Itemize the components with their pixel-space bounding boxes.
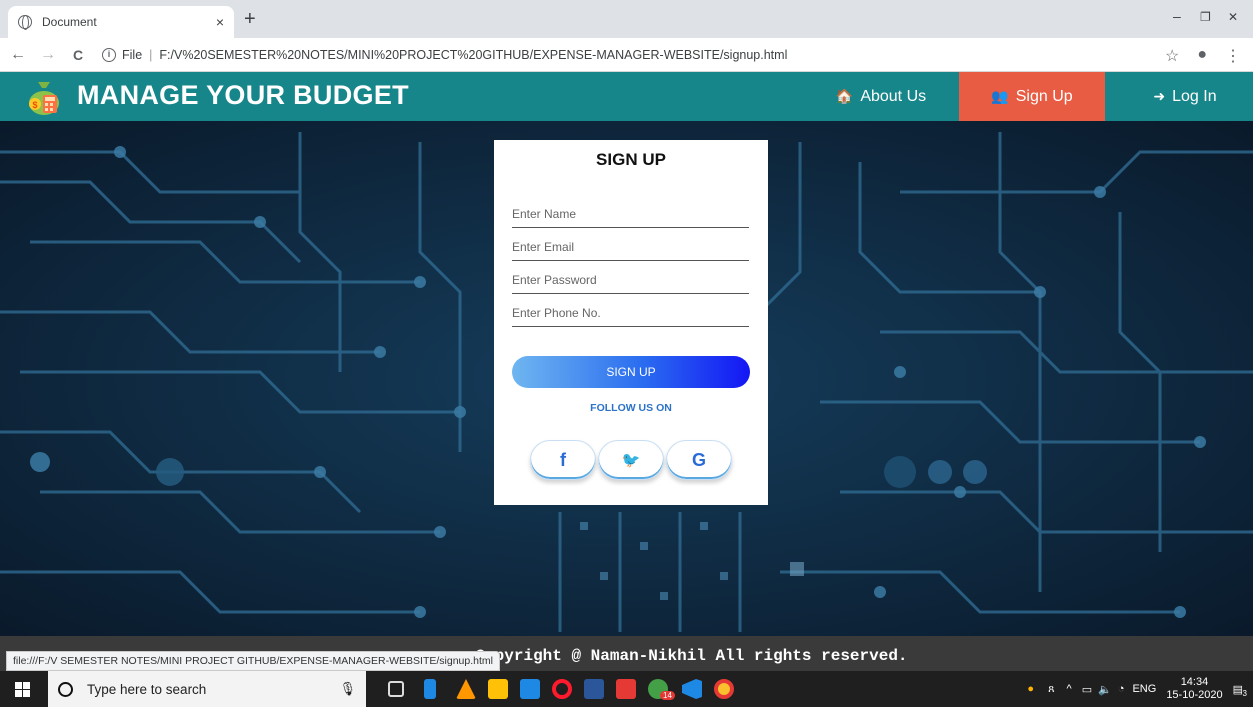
- url-separator: |: [149, 47, 153, 62]
- notifications-icon[interactable]: ▤ 3: [1233, 683, 1247, 698]
- new-tab-button[interactable]: +: [244, 9, 256, 29]
- taskbar-search-box[interactable]: Type here to search 🎙: [48, 671, 366, 707]
- nav-sign-up-label: Sign Up: [1015, 87, 1073, 105]
- profile-icon[interactable]: ●: [1197, 46, 1207, 66]
- browser-tabstrip: Document × + – ❐ ✕: [0, 0, 1253, 38]
- microphone-icon[interactable]: 🎙: [339, 681, 356, 697]
- clock-time: 14:34: [1180, 676, 1209, 688]
- phone-input[interactable]: [512, 301, 749, 325]
- acrobat-icon[interactable]: [616, 679, 636, 699]
- system-tray: ● ጸ ^ ▭ 🔈 ◔ ENG 14:34 15-10-2020 ▤ 3: [1027, 671, 1253, 707]
- file-explorer-icon[interactable]: [488, 679, 508, 699]
- notification-count: 3: [1242, 688, 1247, 698]
- word-icon[interactable]: [584, 679, 604, 699]
- home-icon: 🏠: [835, 88, 854, 104]
- language-indicator[interactable]: ENG: [1132, 683, 1156, 695]
- follow-us-label: FOLLOW US ON: [590, 402, 672, 414]
- site-brand-title[interactable]: MANAGE YOUR BUDGET: [77, 80, 409, 111]
- tab-close-button[interactable]: ×: [216, 14, 224, 30]
- vscode-icon[interactable]: [682, 679, 702, 699]
- svg-text:$: $: [32, 100, 37, 110]
- google-icon: G: [691, 449, 706, 470]
- info-icon[interactable]: i: [102, 47, 116, 62]
- nav-about-us-label: About Us: [860, 87, 927, 105]
- windows-taskbar: Type here to search 🎙 14 ● ጸ ^ ▭ 🔈 ◔ ENG…: [0, 671, 1253, 707]
- address-bar[interactable]: i File | F:/V%20SEMESTER%20NOTES/MINI%20…: [102, 47, 787, 62]
- whatsapp-badge: 14: [660, 691, 675, 700]
- browser-status-url: file:///F:/V SEMESTER NOTES/MINI PROJECT…: [6, 651, 500, 671]
- user-plus-icon: 👥: [991, 88, 1009, 104]
- wifi-icon[interactable]: ◔: [1118, 683, 1125, 695]
- name-field-wrap: [512, 202, 749, 228]
- google-button[interactable]: G: [666, 440, 732, 480]
- site-navbar: $ MANAGE YOUR BUDGET 🏠 About Us 👥 Sign U…: [0, 72, 1253, 121]
- forward-button[interactable]: →: [36, 46, 60, 64]
- task-view-icon[interactable]: [388, 681, 404, 697]
- people-icon[interactable]: ጸ: [1048, 683, 1054, 696]
- back-button[interactable]: ←: [6, 46, 30, 64]
- nav-about-us[interactable]: 🏠 About Us: [826, 72, 936, 121]
- opera-icon[interactable]: [552, 679, 572, 699]
- money-bag-calculator-logo: $: [29, 82, 59, 115]
- chrome-icon[interactable]: [714, 679, 734, 699]
- mail-icon[interactable]: [520, 679, 540, 699]
- nav-log-in-label: Log In: [1172, 87, 1217, 105]
- facebook-button[interactable]: f: [530, 440, 596, 480]
- twitter-icon: 🐦: [621, 452, 641, 469]
- globe-icon: [18, 15, 32, 30]
- help-icon[interactable]: ●: [1027, 683, 1034, 695]
- taskbar-search-placeholder: Type here to search: [87, 681, 207, 697]
- signup-card: SIGN UP SIGN UP FOLLOW US ON f 🐦 G: [494, 140, 768, 505]
- email-input[interactable]: [512, 235, 749, 259]
- close-window-button[interactable]: ✕: [1228, 10, 1238, 24]
- volume-icon[interactable]: 🔈: [1098, 683, 1112, 696]
- url-scheme-label: File: [122, 47, 143, 62]
- signup-submit-button[interactable]: SIGN UP: [512, 356, 750, 388]
- twitter-button[interactable]: 🐦: [598, 440, 664, 480]
- nav-log-in[interactable]: ➜ Log In: [1130, 72, 1240, 121]
- menu-kebab-icon[interactable]: ⋮: [1225, 46, 1241, 66]
- restore-button[interactable]: ❐: [1200, 10, 1211, 24]
- battery-icon[interactable]: ▭: [1082, 683, 1092, 696]
- reload-button[interactable]: C: [66, 47, 90, 63]
- app-lightning-icon[interactable]: [424, 679, 436, 699]
- phone-field-wrap: [512, 301, 749, 327]
- vlc-icon[interactable]: [456, 679, 476, 699]
- sign-in-icon: ➜: [1153, 88, 1166, 104]
- cortana-icon: [58, 681, 73, 697]
- tab-title: Document: [42, 15, 97, 29]
- signup-heading: SIGN UP: [596, 150, 666, 169]
- facebook-icon: f: [560, 449, 566, 470]
- browser-tab[interactable]: Document ×: [8, 6, 234, 38]
- password-input[interactable]: [512, 268, 749, 292]
- taskbar-clock[interactable]: 14:34 15-10-2020: [1166, 676, 1222, 702]
- clock-date: 15-10-2020: [1166, 689, 1223, 701]
- bookmark-star-icon[interactable]: ☆: [1165, 46, 1179, 66]
- address-bar-row: ← → C i File | F:/V%20SEMESTER%20NOTES/M…: [0, 38, 1253, 72]
- url-text[interactable]: F:/V%20SEMESTER%20NOTES/MINI%20PROJECT%2…: [159, 48, 787, 62]
- page-viewport: $ MANAGE YOUR BUDGET 🏠 About Us 👥 Sign U…: [0, 72, 1253, 671]
- minimize-button[interactable]: –: [1173, 8, 1181, 24]
- windows-start-icon[interactable]: [15, 682, 30, 697]
- name-input[interactable]: [512, 202, 749, 226]
- email-field-wrap: [512, 235, 749, 261]
- chevron-up-icon[interactable]: ^: [1067, 683, 1072, 695]
- nav-sign-up[interactable]: 👥 Sign Up: [959, 72, 1105, 121]
- password-field-wrap: [512, 268, 749, 294]
